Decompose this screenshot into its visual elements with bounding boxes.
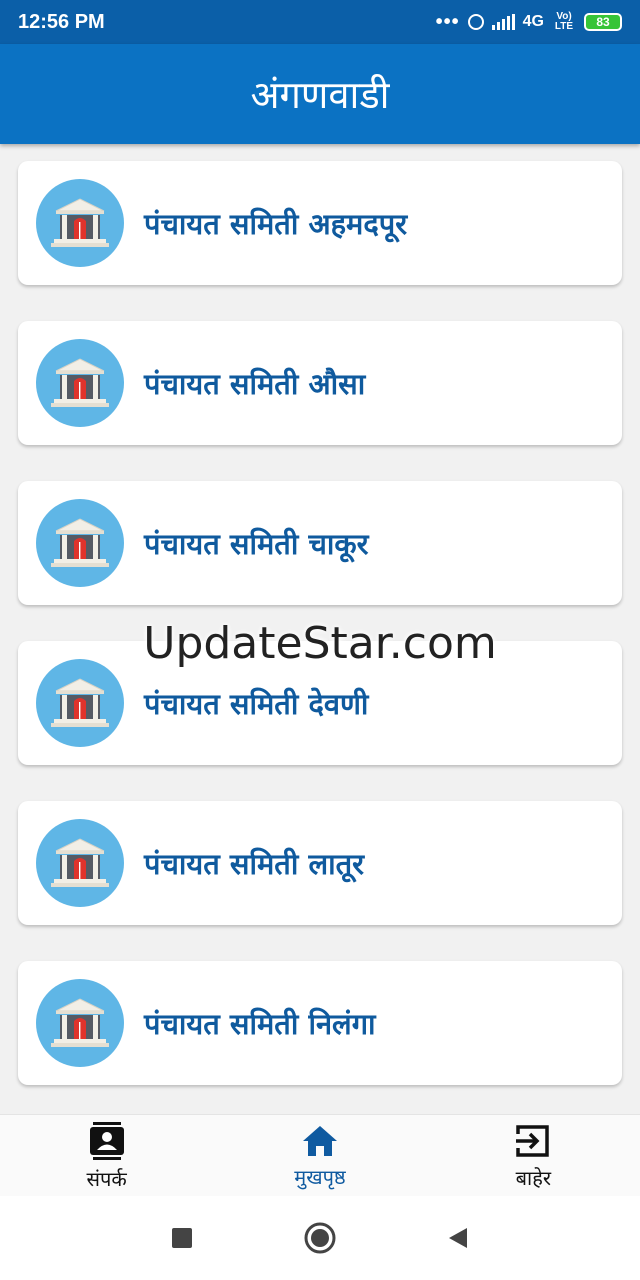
home-icon	[302, 1125, 337, 1156]
nav-item-contact[interactable]: संपर्क	[0, 1115, 213, 1197]
samiti-list: पंचायत समिती अहमदपूर पंचायत समिती औसा पंचा…	[0, 144, 640, 1114]
exit-icon	[516, 1124, 550, 1157]
building-icon-circle	[36, 979, 124, 1067]
more-notifications-icon: •••	[435, 11, 460, 33]
home-system-button[interactable]	[300, 1218, 340, 1258]
samiti-card-label: पंचायत समिती देवणी	[144, 686, 369, 721]
nav-label-home: मुखपृष्ठ	[294, 1164, 346, 1189]
alarm-icon	[467, 14, 484, 30]
back-button[interactable]	[438, 1218, 478, 1258]
building-icon	[51, 678, 109, 727]
status-time: 12:56 PM	[18, 10, 105, 33]
contact-icon	[89, 1121, 124, 1160]
volte-indicator: Vo) LTE	[554, 11, 574, 32]
samiti-card[interactable]: पंचायत समिती देवणी	[18, 641, 622, 765]
recents-button[interactable]	[162, 1218, 202, 1258]
battery-icon: 83	[584, 13, 622, 31]
building-icon	[51, 998, 109, 1047]
samiti-card-label: पंचायत समिती औसा	[144, 366, 366, 401]
samiti-card-label: पंचायत समिती निलंगा	[144, 1006, 376, 1041]
building-icon-circle	[36, 179, 124, 267]
samiti-card-label: पंचायत समिती अहमदपूर	[144, 206, 408, 241]
app-bar: अंगणवाडी	[0, 44, 640, 144]
nav-item-exit[interactable]: बाहेर	[427, 1115, 640, 1197]
samiti-card[interactable]: पंचायत समिती अहमदपूर	[18, 161, 622, 285]
back-triangle-icon	[449, 1228, 467, 1248]
building-icon	[51, 198, 109, 247]
page-title: अंगणवाडी	[250, 73, 390, 117]
building-icon	[51, 358, 109, 407]
nav-label-contact: संपर्क	[86, 1166, 127, 1191]
battery-level: 83	[596, 15, 610, 29]
nav-label-exit: बाहेर	[515, 1165, 552, 1190]
samiti-card[interactable]: पंचायत समिती औसा	[18, 321, 622, 445]
building-icon-circle	[36, 659, 124, 747]
signal-strength-icon	[491, 14, 515, 30]
status-bar: 12:56 PM ••• 4G Vo) LTE 83	[0, 0, 640, 44]
circle-icon	[304, 1222, 336, 1254]
samiti-card[interactable]: पंचायत समिती निलंगा	[18, 961, 622, 1085]
building-icon	[51, 838, 109, 887]
samiti-card[interactable]: पंचायत समिती चाकूर	[18, 481, 622, 605]
system-navigation-bar	[0, 1196, 640, 1280]
network-type: 4G	[522, 13, 544, 30]
samiti-card-label: पंचायत समिती चाकूर	[144, 526, 369, 561]
bottom-navigation: संपर्क मुखपृष्ठ बाहेर	[0, 1114, 640, 1197]
square-icon	[172, 1228, 192, 1248]
nav-item-home[interactable]: मुखपृष्ठ	[213, 1115, 426, 1197]
samiti-card[interactable]: पंचायत समिती लातूर	[18, 801, 622, 925]
building-icon-circle	[36, 499, 124, 587]
building-icon-circle	[36, 339, 124, 427]
building-icon-circle	[36, 819, 124, 907]
building-icon	[51, 518, 109, 567]
samiti-card-label: पंचायत समिती लातूर	[144, 846, 365, 881]
status-indicators: ••• 4G Vo) LTE 83	[436, 12, 622, 32]
